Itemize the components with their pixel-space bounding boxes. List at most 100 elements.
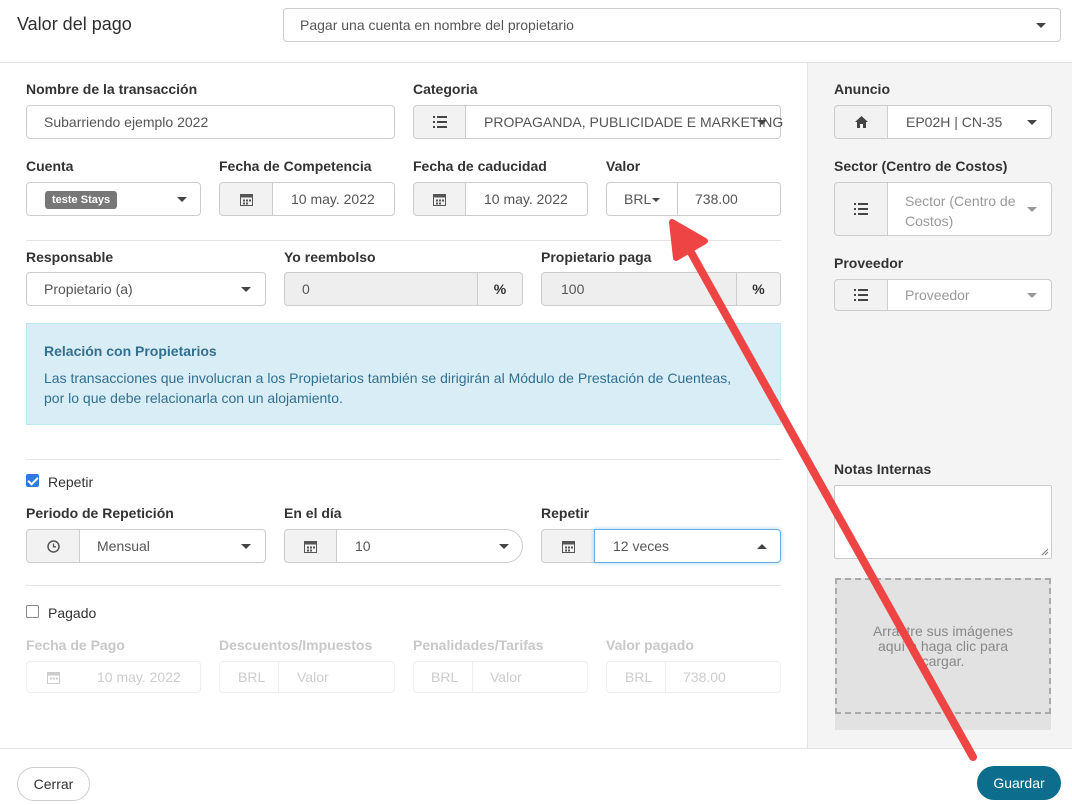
listing-value: EP02H | CN-35 (906, 114, 1003, 130)
repeat-day-label: En el día (284, 505, 342, 521)
list-icon (834, 279, 888, 311)
calendar-icon (413, 182, 466, 216)
amount-input[interactable]: 738.00 (677, 182, 781, 216)
sector-select[interactable]: Sector (Centro de Costos) (887, 182, 1052, 236)
section-divider (26, 459, 781, 460)
chevron-down-icon (652, 198, 660, 202)
payment-date-label: Fecha de Pago (26, 637, 125, 653)
paid-checkbox-label: Pagado (48, 605, 97, 621)
percent-addon: % (477, 272, 523, 306)
info-title: Relación con Propietarios (44, 343, 217, 359)
account-label: Cuenta (26, 158, 74, 174)
chevron-down-icon (177, 197, 187, 202)
competence-date-value: 10 may. 2022 (291, 191, 375, 207)
listing-label: Anuncio (834, 81, 890, 97)
paid-value-label: Valor pagado (606, 637, 694, 653)
due-date-value: 10 may. 2022 (484, 191, 568, 207)
transaction-name-value: Subarriendo ejemplo 2022 (44, 114, 209, 130)
dropzone-footer (835, 714, 1051, 730)
internal-notes-textarea[interactable] (834, 485, 1052, 559)
dropzone-text: Arrastre sus imágenes aquí o haga clic p… (872, 622, 1014, 669)
repeat-period-label: Periodo de Repetición (26, 505, 174, 521)
list-icon (413, 105, 466, 139)
chevron-down-icon (757, 120, 767, 125)
account-select[interactable]: teste Stays (26, 182, 201, 216)
penalties-placeholder: Valor (490, 669, 522, 685)
payment-date-input: 10 may. 2022 (26, 661, 201, 693)
provider-label: Proveedor (834, 255, 904, 271)
paid-checkbox[interactable] (26, 605, 39, 618)
chevron-down-icon (499, 544, 509, 549)
section-divider (26, 585, 781, 586)
chevron-down-icon (1027, 120, 1037, 125)
field-divider (472, 662, 473, 692)
discounts-currency: BRL (238, 669, 266, 685)
sector-placeholder: Sector (Centro de Costos) (905, 193, 1016, 229)
calendar-icon (541, 529, 595, 563)
calendar-icon (47, 671, 60, 684)
repeat-times-select[interactable]: 12 veces (594, 529, 781, 563)
chevron-down-icon (1036, 23, 1046, 28)
category-select[interactable]: PROPAGANDA, PUBLICIDADE E MARKETING (465, 105, 784, 139)
responsible-value: Propietario (a) (44, 281, 133, 297)
field-divider (665, 662, 666, 692)
due-date-input[interactable]: 10 may. 2022 (465, 182, 588, 216)
list-icon (834, 182, 888, 236)
due-date-label: Fecha de caducidad (413, 158, 547, 174)
discounts-placeholder: Valor (297, 669, 329, 685)
resize-handle-icon[interactable] (1041, 548, 1049, 556)
close-button[interactable]: Cerrar (17, 767, 90, 801)
chevron-up-icon (757, 544, 767, 549)
transaction-name-input[interactable]: Subarriendo ejemplo 2022 (26, 105, 395, 139)
reimburse-value: 0 (302, 281, 310, 297)
chevron-down-icon (1027, 207, 1037, 212)
payment-type-select[interactable]: Pagar una cuenta en nombre del propietar… (283, 8, 1061, 42)
category-value: PROPAGANDA, PUBLICIDADE E MARKETING (484, 114, 784, 130)
provider-select[interactable]: Proveedor (887, 279, 1052, 311)
competence-date-input[interactable]: 10 may. 2022 (272, 182, 395, 216)
penalties-input: BRL Valor (413, 661, 588, 693)
payment-type-value: Pagar una cuenta en nombre del propietar… (300, 17, 574, 33)
sector-label: Sector (Centro de Costos) (834, 158, 1008, 174)
chevron-down-icon (241, 287, 251, 292)
account-badge: teste Stays (45, 191, 118, 209)
repeat-times-value: 12 veces (613, 538, 670, 554)
paid-currency: BRL (625, 669, 653, 685)
chevron-down-icon (241, 544, 251, 549)
reimburse-input: 0 (284, 272, 478, 306)
value-label: Valor (606, 158, 641, 174)
amount-value: 738.00 (695, 191, 738, 207)
discounts-label: Descuentos/Impuestos (219, 637, 373, 653)
currency-value: BRL (624, 191, 652, 207)
image-dropzone[interactable]: Arrastre sus imágenes aquí o haga clic p… (835, 578, 1051, 714)
competence-date-label: Fecha de Competencia (219, 158, 372, 174)
payment-date-value: 10 may. 2022 (97, 669, 181, 685)
save-button[interactable]: Guardar (977, 766, 1061, 800)
owner-pays-value: 100 (561, 281, 585, 297)
repeat-period-select[interactable]: Mensual (79, 529, 266, 563)
repeat-checkbox[interactable] (26, 474, 39, 487)
repeat-day-select[interactable]: 10 (336, 529, 523, 563)
paid-value: 738.00 (683, 669, 726, 685)
section-divider (26, 240, 781, 241)
home-icon (834, 105, 888, 139)
footer-divider (0, 748, 1072, 749)
category-label: Categoria (413, 81, 478, 97)
repeat-times-label: Repetir (541, 505, 590, 521)
listing-select[interactable]: EP02H | CN-35 (887, 105, 1052, 139)
calendar-icon (219, 182, 273, 216)
discounts-input: BRL Valor (219, 661, 395, 693)
percent-addon: % (736, 272, 781, 306)
reimburse-label: Yo reembolso (284, 249, 376, 265)
owner-pays-label: Propietario paga (541, 249, 652, 265)
currency-select[interactable]: BRL (606, 182, 678, 216)
chevron-down-icon (1027, 293, 1037, 298)
provider-placeholder: Proveedor (905, 287, 970, 303)
clock-icon (26, 529, 80, 563)
responsible-select[interactable]: Propietario (a) (26, 272, 266, 306)
responsible-label: Responsable (26, 249, 114, 265)
repeat-day-value: 10 (355, 538, 371, 554)
transaction-name-label: Nombre de la transacción (26, 81, 198, 97)
info-text: Las transacciones que involucran a los P… (44, 370, 732, 406)
repeat-period-value: Mensual (97, 538, 150, 554)
